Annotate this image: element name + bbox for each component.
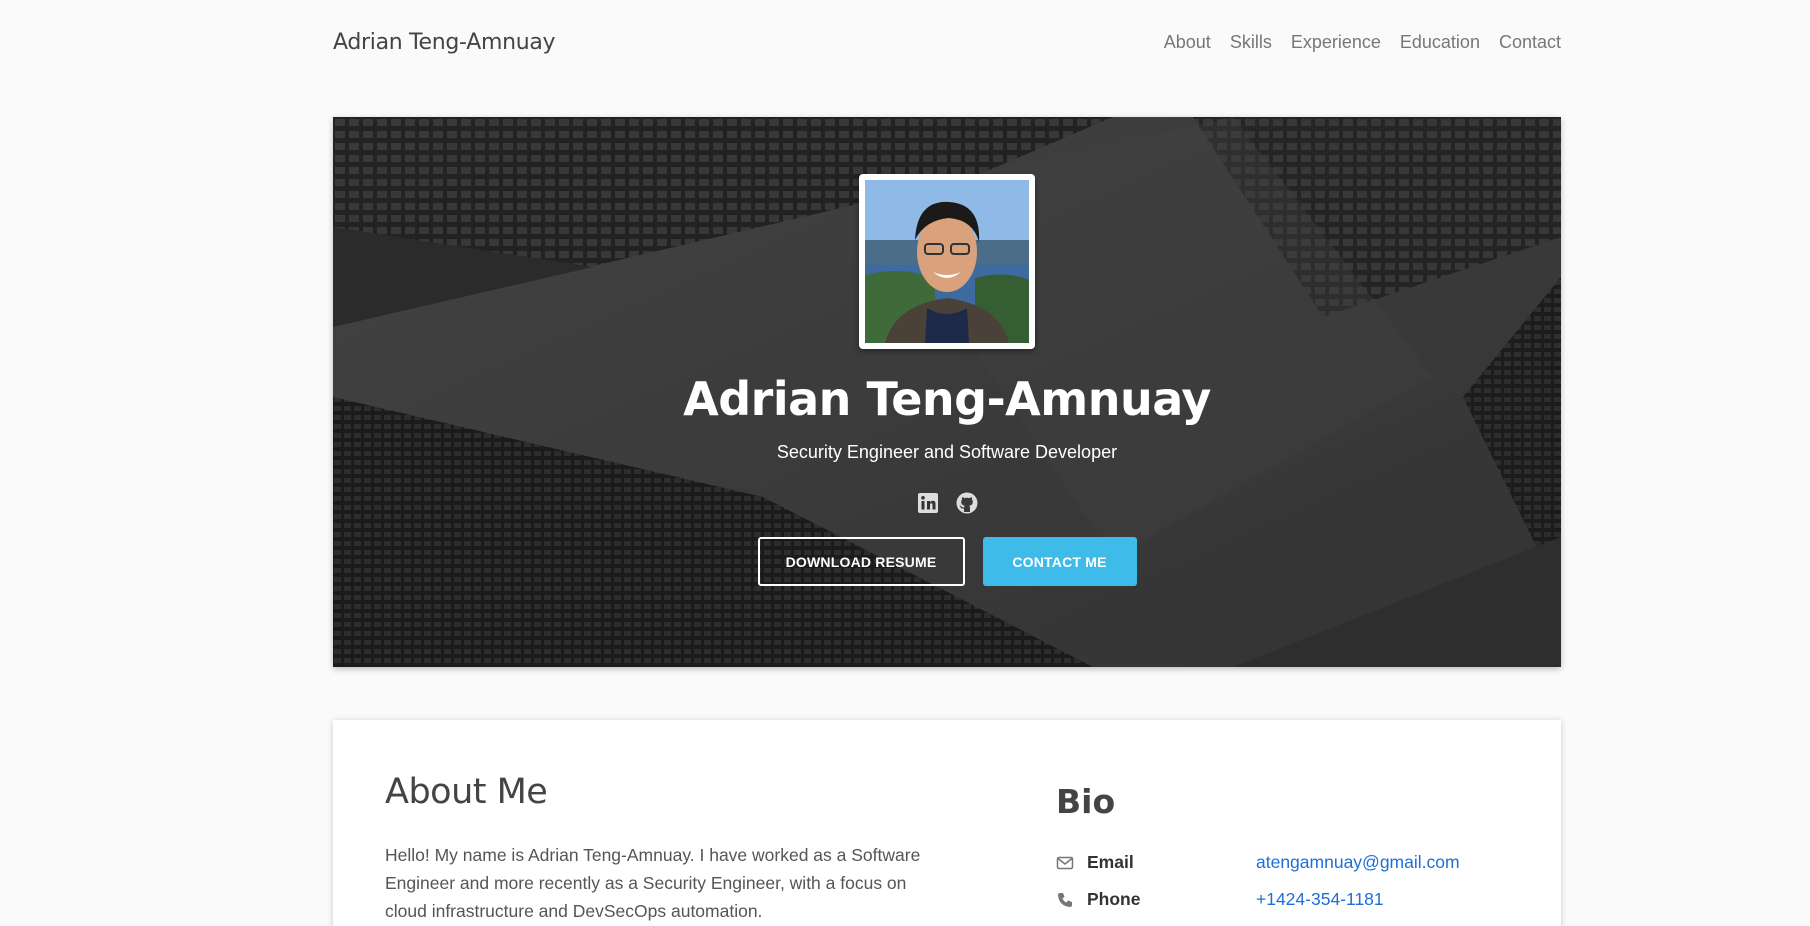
bio-label-email: Email — [1087, 852, 1134, 872]
about-section: About Me Hello! My name is Adrian Teng-A… — [333, 720, 1561, 926]
contact-me-button[interactable]: CONTACT ME — [982, 537, 1137, 586]
about-text: Hello! My name is Adrian Teng-Amnuay. I … — [385, 845, 921, 921]
top-navbar: Adrian Teng-Amnuay About Skills Experien… — [333, 0, 1561, 84]
github-icon[interactable] — [955, 491, 979, 515]
linkedin-icon[interactable] — [916, 491, 940, 515]
phone-link[interactable]: +1424-354-1181 — [1256, 889, 1384, 910]
profile-photo — [865, 180, 1029, 343]
bio-row-email: Email atengamnuay@gmail.com — [1056, 852, 1460, 873]
email-link[interactable]: atengamnuay@gmail.com — [1256, 852, 1460, 873]
download-resume-button[interactable]: DOWNLOAD RESUME — [757, 537, 965, 586]
phone-icon — [1058, 892, 1072, 907]
social-links — [916, 491, 979, 515]
nav-link-experience[interactable]: Experience — [1291, 32, 1381, 53]
hero-banner: Adrian Teng-Amnuay Security Engineer and… — [333, 117, 1561, 667]
bio-heading: Bio — [1056, 782, 1116, 821]
hero-name: Adrian Teng-Amnuay — [683, 372, 1211, 426]
nav-link-about[interactable]: About — [1164, 32, 1211, 53]
bio-label-phone: Phone — [1087, 889, 1141, 909]
hero-subtitle: Security Engineer and Software Developer — [776, 442, 1118, 462]
nav-link-skills[interactable]: Skills — [1230, 32, 1272, 53]
nav-link-education[interactable]: Education — [1400, 32, 1480, 53]
nav-links: About Skills Experience Education Contac… — [1145, 32, 1561, 53]
envelope-icon — [1056, 856, 1074, 869]
bio-row-phone: Phone +1424-354-1181 — [1056, 889, 1384, 910]
profile-photo-frame — [859, 174, 1035, 349]
nav-link-contact[interactable]: Contact — [1499, 32, 1561, 53]
hero-content: Adrian Teng-Amnuay Security Engineer and… — [333, 117, 1561, 667]
about-heading: About Me — [385, 772, 548, 812]
hero-buttons: DOWNLOAD RESUME CONTACT ME — [757, 537, 1137, 586]
site-brand[interactable]: Adrian Teng-Amnuay — [333, 30, 556, 55]
